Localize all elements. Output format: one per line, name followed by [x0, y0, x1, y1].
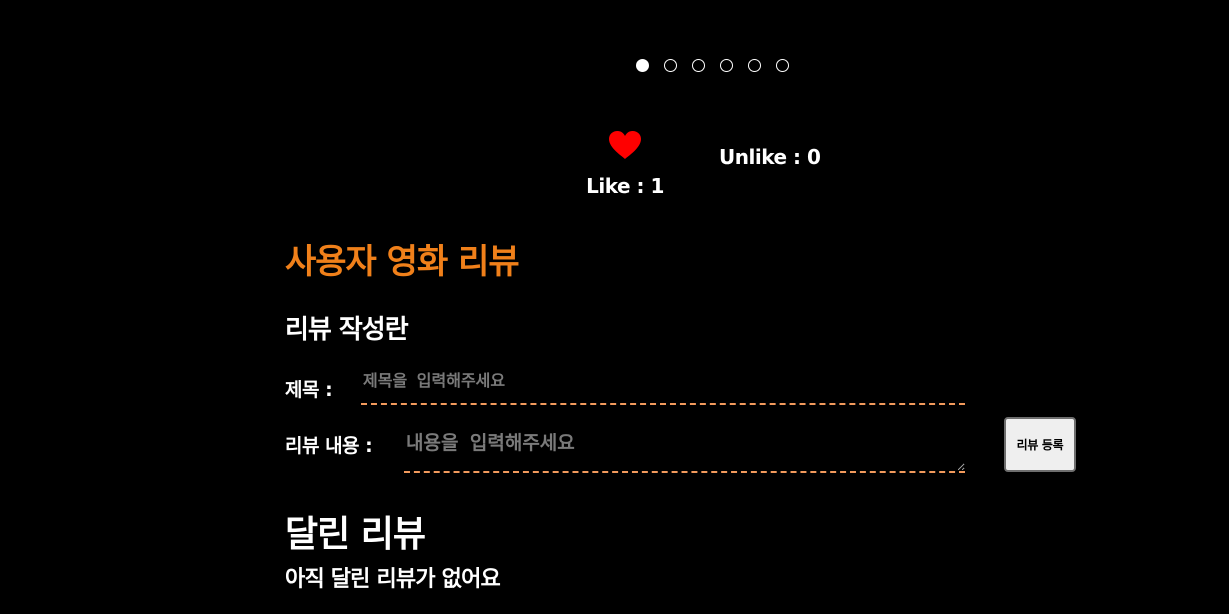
- submit-review-button[interactable]: 리뷰 등록: [1004, 417, 1076, 472]
- content-label: 리뷰 내용 :: [285, 435, 373, 457]
- like-area: Like : 1: [586, 130, 664, 198]
- carousel-dots: [636, 59, 789, 72]
- title-label: 제목 :: [285, 379, 333, 401]
- heart-icon[interactable]: [608, 130, 642, 160]
- section-title: 사용자 영화 리뷰: [285, 242, 520, 282]
- carousel-dot-5[interactable]: [748, 59, 761, 72]
- empty-reviews-message: 아직 달린 리뷰가 없어요: [285, 567, 501, 592]
- unlike-count[interactable]: Unlike : 0: [719, 145, 821, 169]
- review-content-textarea[interactable]: [404, 422, 965, 473]
- review-title-input[interactable]: [361, 364, 965, 405]
- carousel-dot-2[interactable]: [664, 59, 677, 72]
- review-form-heading: 리뷰 작성란: [285, 315, 409, 345]
- carousel-dot-3[interactable]: [692, 59, 705, 72]
- reviews-heading: 달린 리뷰: [285, 514, 426, 555]
- carousel-dot-1[interactable]: [636, 59, 649, 72]
- movie-review-page: Like : 1 Unlike : 0 사용자 영화 리뷰 리뷰 작성란 제목 …: [0, 0, 1229, 614]
- like-count: Like : 1: [586, 174, 664, 198]
- carousel-dot-6[interactable]: [776, 59, 789, 72]
- carousel-dot-4[interactable]: [720, 59, 733, 72]
